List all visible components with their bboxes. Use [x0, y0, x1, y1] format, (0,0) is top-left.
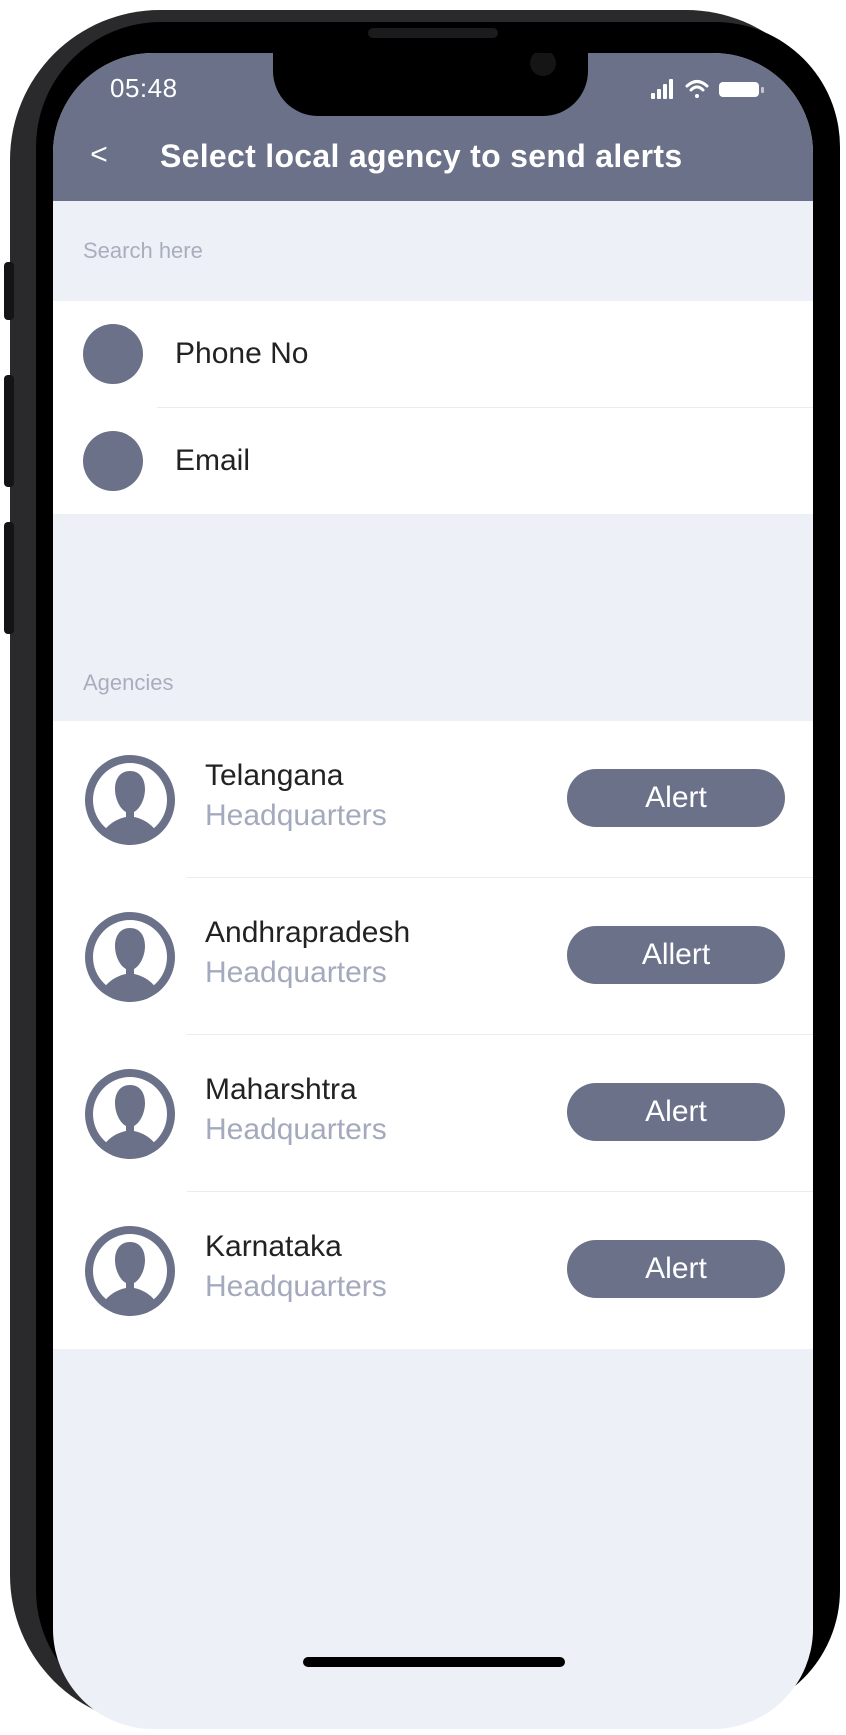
back-button[interactable]: <: [77, 133, 121, 177]
signal-icon: [651, 79, 673, 99]
avatar-icon: [85, 912, 175, 1002]
speaker-grille: [368, 28, 498, 38]
avatar-icon: [85, 755, 175, 845]
wifi-icon: [685, 80, 709, 98]
app-header: 05:48 < Select local agency to send aler…: [53, 53, 813, 201]
alert-button-maharshtra[interactable]: Alert: [567, 1083, 785, 1141]
page-title: Select local agency to send alerts: [160, 138, 683, 174]
avatar-icon: [85, 1226, 175, 1316]
front-camera: [530, 53, 556, 76]
volume-down-button: [4, 522, 14, 634]
option-label: Phone No: [175, 337, 309, 370]
radio-icon[interactable]: [83, 431, 143, 491]
agency-name: Karnataka: [205, 1230, 342, 1263]
avatar-icon: [85, 1069, 175, 1159]
status-time: 05:48: [110, 73, 178, 103]
option-email[interactable]: Email: [53, 408, 813, 514]
agency-subtitle: Headquarters: [205, 1270, 387, 1303]
battery-icon: [719, 82, 764, 97]
agency-row: Karnataka Headquarters Alert: [53, 1192, 813, 1349]
home-indicator[interactable]: [303, 1657, 565, 1667]
agency-row: Telangana Headquarters Alert: [53, 721, 813, 878]
option-label: Email: [175, 444, 251, 477]
alert-button-karnataka[interactable]: Alert: [567, 1240, 785, 1298]
agency-list: Telangana Headquarters Alert Andhraprade…: [53, 721, 813, 1349]
search-input[interactable]: [53, 201, 813, 301]
agency-name: Maharshtra: [205, 1073, 357, 1106]
option-phone[interactable]: Phone No: [53, 301, 813, 407]
agency-name: Andhrapradesh: [205, 916, 411, 949]
alert-button-andhrapradesh[interactable]: Allert: [567, 926, 785, 984]
chevron-left-icon: <: [90, 138, 108, 171]
agency-subtitle: Headquarters: [205, 799, 387, 832]
section-label-agencies: Agencies: [83, 670, 174, 695]
radio-icon[interactable]: [83, 324, 143, 384]
agency-subtitle: Headquarters: [205, 956, 387, 989]
mute-switch: [4, 262, 14, 320]
agency-row: Andhrapradesh Headquarters Allert: [53, 878, 813, 1035]
contact-options: Phone No Email: [53, 301, 813, 514]
agency-name: Telangana: [205, 759, 344, 792]
agency-subtitle: Headquarters: [205, 1113, 387, 1146]
agency-row: Maharshtra Headquarters Alert: [53, 1035, 813, 1192]
screen: 05:48 < Select local agency to send aler…: [53, 53, 813, 1729]
notch: [273, 53, 588, 116]
volume-up-button: [4, 375, 14, 487]
alert-button-telangana[interactable]: Alert: [567, 769, 785, 827]
status-icons: [651, 79, 764, 99]
